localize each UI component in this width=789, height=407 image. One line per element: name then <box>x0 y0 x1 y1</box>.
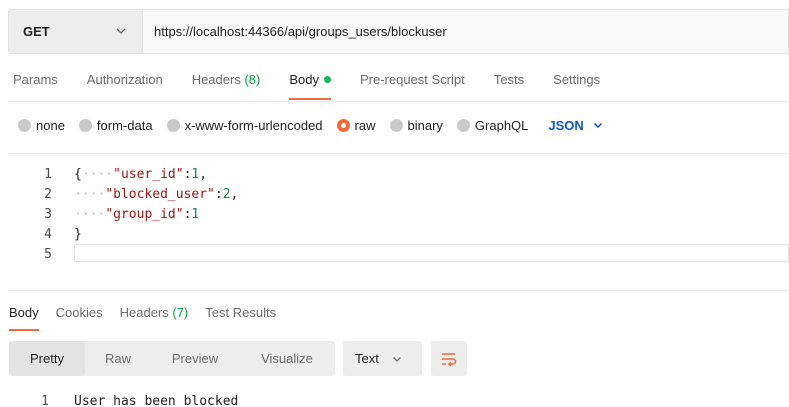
body-type-options: none form-data x-www-form-urlencoded raw… <box>18 116 604 134</box>
line-number: 1 <box>44 166 52 182</box>
body-type-raw[interactable]: raw <box>336 117 376 133</box>
text-format-label: Text <box>355 351 379 366</box>
url-text: https://localhost:44366/api/groups_users… <box>154 24 447 39</box>
tab-pre-request-script[interactable]: Pre-request Script <box>360 72 465 94</box>
tab-label: Headers <box>191 72 241 87</box>
tab-label: Authorization <box>86 72 163 87</box>
body-modified-dot-icon <box>323 76 331 83</box>
line-number: 2 <box>44 186 52 202</box>
text-format-select[interactable]: Text <box>343 341 422 376</box>
json-key: "blocked_user" <box>105 186 215 202</box>
tab-label: Body <box>9 305 39 320</box>
body-type-graphql[interactable]: GraphQL <box>456 117 529 133</box>
radio-icon <box>18 118 31 132</box>
code-text: ····"group_id":1 <box>74 207 199 222</box>
format-label: JSON <box>548 117 584 133</box>
tab-label: Cookies <box>55 305 103 320</box>
code-line: 1 {····"user_id":1, <box>8 164 789 184</box>
code-text: } <box>74 226 82 242</box>
tab-label: Body <box>289 72 319 87</box>
radio-label: binary <box>407 117 443 133</box>
response-text: User has been blocked <box>74 393 239 407</box>
radio-icon <box>389 118 403 132</box>
tab-body[interactable]: Body <box>289 72 331 100</box>
view-raw-button[interactable]: Raw <box>85 341 151 376</box>
active-line-highlight <box>74 244 789 262</box>
tab-tests[interactable]: Tests <box>494 72 524 94</box>
tab-label: Settings <box>553 72 601 87</box>
chevron-down-icon <box>392 356 401 362</box>
radio-label: x-www-form-urlencoded <box>184 117 323 133</box>
format-select[interactable]: JSON <box>548 118 603 133</box>
code-text: {····"user_id":1, <box>74 167 207 182</box>
url-input[interactable]: https://localhost:44366/api/groups_users… <box>143 9 789 54</box>
radio-label: GraphQL <box>474 117 529 133</box>
json-colon: : <box>214 186 223 202</box>
tab-test-results[interactable]: Test Results <box>205 305 276 327</box>
json-comma: , <box>230 186 239 202</box>
code-line: 2 ····"blocked_user":2, <box>8 184 789 204</box>
brace: { <box>74 166 82 182</box>
tab-label: Tests <box>493 72 525 87</box>
code-line: 3 ····"group_id":1 <box>8 204 789 224</box>
json-key: "user_id" <box>113 166 184 182</box>
tab-headers[interactable]: Headers (8) <box>192 72 261 94</box>
view-preview-button[interactable]: Preview <box>151 341 239 376</box>
body-type-none[interactable]: none <box>18 118 65 133</box>
line-number: 1 <box>41 393 49 407</box>
json-comma: , <box>199 166 208 182</box>
tab-label: Test Results <box>205 305 277 320</box>
headers-count: (8) <box>244 72 261 87</box>
chevron-down-icon <box>593 122 602 129</box>
wrap-lines-icon <box>442 352 457 367</box>
tab-response-headers[interactable]: Headers (7) <box>120 305 189 327</box>
request-url-bar: GET https://localhost:44366/api/groups_u… <box>8 9 789 54</box>
json-value: 1 <box>191 206 200 222</box>
json-key: "group_id" <box>105 206 184 222</box>
radio-label: form-data <box>96 117 153 133</box>
line-number: 3 <box>44 206 52 222</box>
tab-response-body[interactable]: Body <box>9 305 39 331</box>
request-tabs: Params Authorization Headers (8) Body Pr… <box>13 72 629 100</box>
method-select[interactable]: GET <box>8 9 143 54</box>
tab-label: Params <box>13 72 58 87</box>
response-body-line: 1 User has been blocked <box>0 392 238 407</box>
radio-icon <box>78 118 92 132</box>
line-number: 4 <box>44 226 52 242</box>
tab-label: Pre-request Script <box>359 72 465 87</box>
view-pretty-button[interactable]: Pretty <box>9 341 85 376</box>
radio-selected-icon <box>336 118 350 132</box>
body-type-form-data[interactable]: form-data <box>78 117 153 133</box>
code-line: 4 } <box>8 224 789 244</box>
method-label: GET <box>23 24 50 39</box>
tabs-divider <box>8 101 789 102</box>
body-type-urlencoded[interactable]: x-www-form-urlencoded <box>166 117 323 133</box>
tab-cookies[interactable]: Cookies <box>56 305 103 327</box>
request-body-editor[interactable]: 1 {····"user_id":1, 2 ····"blocked_user"… <box>8 153 789 291</box>
code-text: ····"blocked_user":2, <box>74 187 238 202</box>
wrap-lines-button[interactable] <box>431 341 467 376</box>
view-mode-group: Pretty Raw Preview Visualize <box>9 341 335 376</box>
radio-label: none <box>36 117 65 133</box>
chevron-down-icon <box>116 28 126 34</box>
tab-params[interactable]: Params <box>13 72 58 94</box>
response-tabs: Body Cookies Headers (7) Test Results <box>9 305 293 331</box>
radio-icon <box>166 118 180 132</box>
radio-icon <box>456 118 470 132</box>
radio-label: raw <box>354 117 376 133</box>
headers-count: (7) <box>172 305 189 320</box>
view-visualize-button[interactable]: Visualize <box>239 341 335 376</box>
indent-marker: ···· <box>81 166 114 182</box>
line-number: 5 <box>44 246 52 262</box>
body-type-binary[interactable]: binary <box>389 117 443 133</box>
tab-settings[interactable]: Settings <box>553 72 600 94</box>
json-value: 2 <box>222 186 231 202</box>
tab-authorization[interactable]: Authorization <box>87 72 163 94</box>
tab-label: Headers <box>119 305 169 320</box>
indent-marker: ···· <box>74 206 106 222</box>
indent-marker: ···· <box>74 186 106 202</box>
